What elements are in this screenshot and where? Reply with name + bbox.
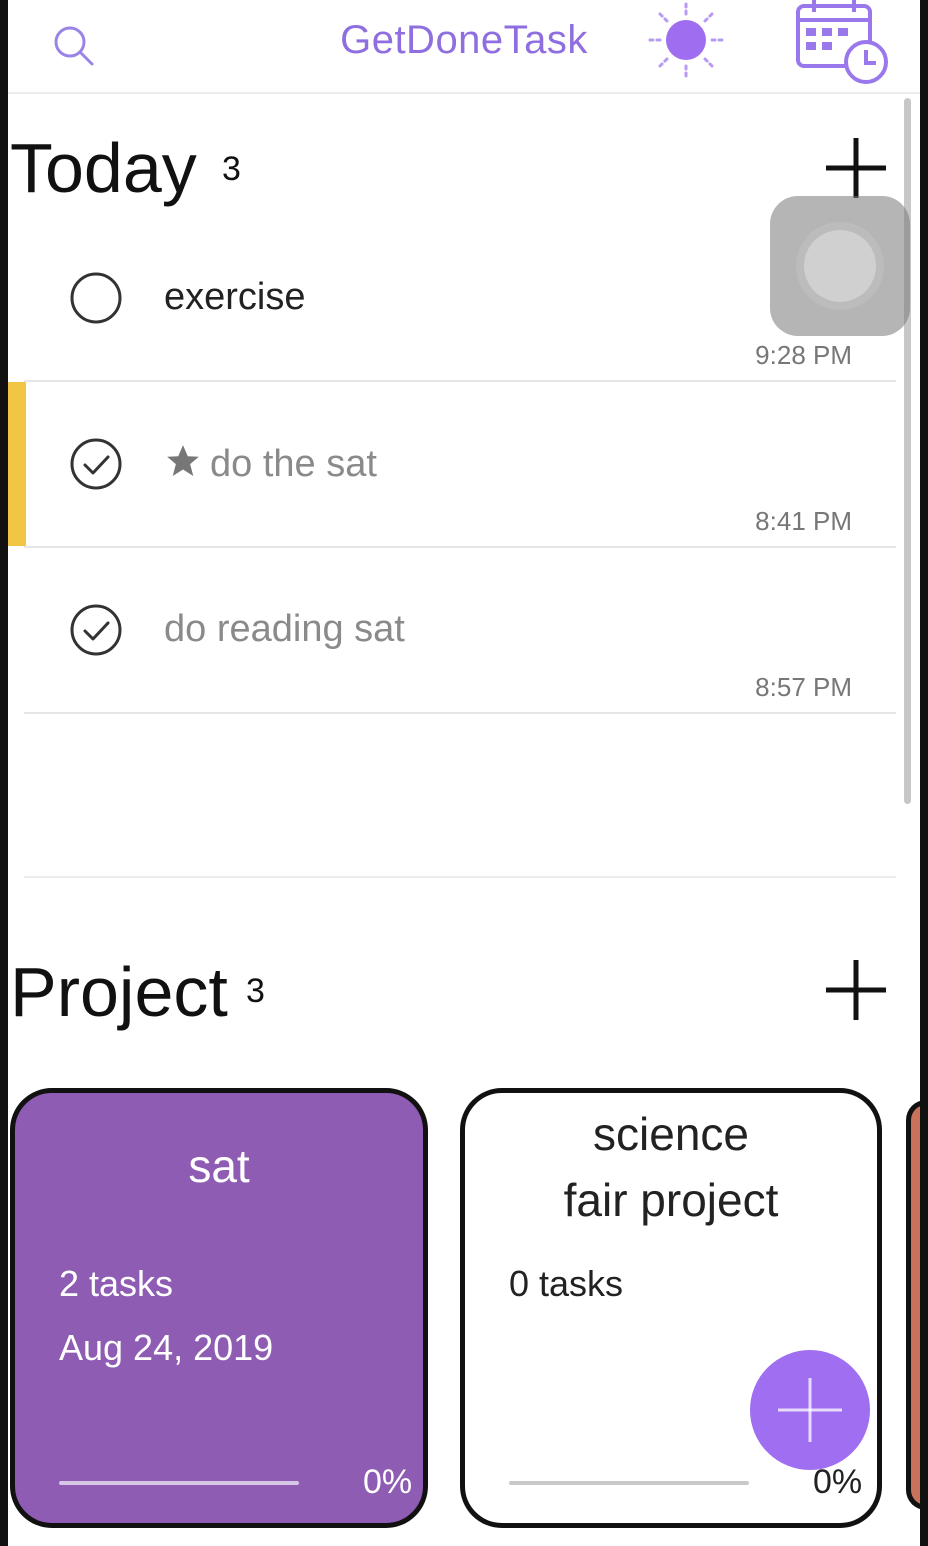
checkmark-circle-icon[interactable] [68, 602, 124, 658]
progress-percent: 0% [363, 1463, 413, 1501]
project-card[interactable]: sat 2 tasks Aug 24, 2019 0% [10, 1088, 428, 1528]
empty-circle-icon[interactable] [68, 270, 124, 326]
assistive-touch-button[interactable] [770, 196, 910, 336]
progress-bar [509, 1481, 749, 1485]
device-frame-right [920, 0, 928, 1546]
project-title: Project [10, 953, 228, 1031]
assistive-touch-ring [804, 230, 876, 302]
scrollbar[interactable] [904, 98, 911, 804]
project-name: fair project [563, 1174, 779, 1226]
sun-icon[interactable] [642, 0, 730, 80]
project-task-count: 2 tasks [59, 1263, 174, 1304]
today-count: 3 [222, 150, 241, 188]
task-label-container: do the sat [164, 442, 377, 486]
task-time: 8:41 PM [755, 506, 852, 536]
plus-icon [826, 960, 886, 1020]
task-row[interactable]: exercise 9:28 PM [24, 216, 896, 382]
add-project-button[interactable] [824, 958, 888, 1022]
project-task-count: 0 tasks [509, 1263, 624, 1304]
device-frame-left [0, 0, 8, 1546]
project-date: Aug 24, 2019 [59, 1327, 274, 1368]
plus-icon [826, 138, 886, 198]
calendar-clock-icon[interactable] [792, 0, 892, 90]
task-label: do the sat [210, 443, 377, 485]
plus-icon [778, 1378, 842, 1442]
project-count: 3 [246, 972, 265, 1010]
project-name: science [593, 1108, 749, 1160]
task-label: exercise [164, 276, 306, 318]
task-time: 9:28 PM [755, 340, 852, 370]
star-icon [164, 442, 202, 480]
app-title: GetDoneTask [340, 18, 588, 62]
project-name: sat [188, 1140, 250, 1192]
progress-bar [59, 1481, 299, 1485]
task-time: 8:57 PM [755, 672, 852, 702]
add-task-button[interactable] [824, 136, 888, 200]
top-bar: GetDoneTask [8, 0, 920, 94]
empty-task-row [24, 712, 896, 878]
today-title: Today [10, 129, 197, 207]
task-label: do reading sat [164, 608, 405, 650]
floating-add-button[interactable] [750, 1350, 870, 1470]
checkmark-circle-icon[interactable] [68, 436, 124, 492]
task-row[interactable]: do reading sat 8:57 PM [24, 548, 896, 714]
task-row[interactable]: do the sat 8:41 PM [24, 382, 896, 548]
